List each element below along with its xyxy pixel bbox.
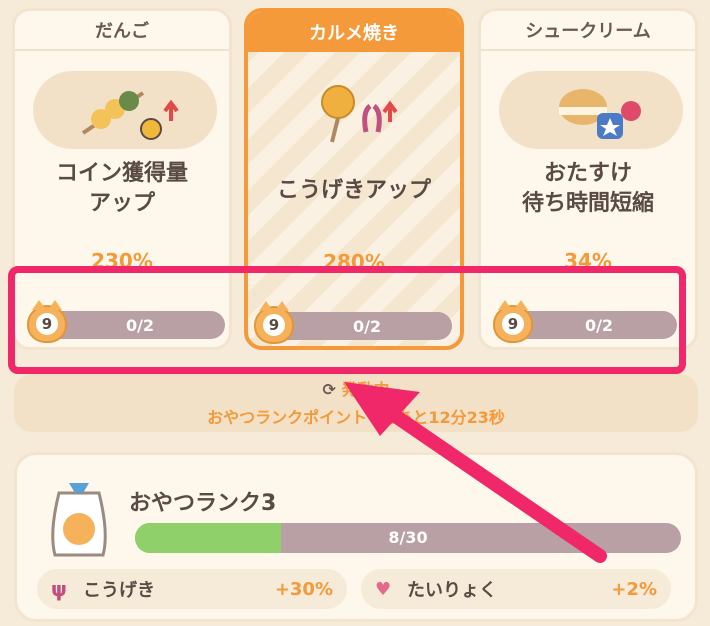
snack-card-cream-puff[interactable]: シュークリーム おたすけ 待ち時間短縮 34% 0/2 9 — [478, 8, 698, 350]
cat-level-badge: 9 — [254, 301, 294, 344]
status-time: であと12分23秒 — [380, 408, 505, 427]
card-description: こうげきアップ — [276, 178, 431, 203]
refresh-icon[interactable]: ⟳ — [323, 380, 342, 399]
card-percent: 230% — [91, 249, 153, 273]
rank-panel: おやつランク3 8/30 ψ こうげき +30% ♥ たいりょく +2% — [14, 452, 698, 622]
stat-label: たいりょく — [407, 580, 497, 601]
card-title: カルメ焼き — [248, 12, 460, 52]
cat-level-badge: 9 — [493, 300, 533, 343]
level-number: 9 — [502, 313, 524, 335]
stat-attack: ψ こうげき +30% — [37, 569, 347, 609]
card-description: おたすけ 待ち時間短縮 — [521, 161, 654, 216]
snack-card-karumeyaki[interactable]: カルメ焼き こうげきアップ 280% 0/2 9 — [244, 8, 464, 350]
cat-level-badge: 9 — [27, 300, 67, 343]
rank-title: おやつランク3 — [129, 491, 277, 516]
level-progress-bar: 0/2 — [511, 311, 677, 339]
snack-card-dango[interactable]: だんご コイン獲得量 アップ 230% 0/2 9 — [12, 8, 232, 350]
status-active-label: 発動中 — [341, 380, 390, 399]
status-rank-points: おやつランクポイント+ — [207, 408, 381, 427]
rank-progress-label: 8/30 — [388, 528, 428, 547]
status-active: ⟳ 発動中 — [14, 376, 698, 400]
stat-label: こうげき — [83, 580, 155, 601]
card-percent: 280% — [323, 250, 385, 274]
stat-hp: ♥ たいりょく +2% — [361, 569, 671, 609]
heart-icon: ♥ — [375, 578, 392, 600]
level-progress-bar: 0/2 — [272, 312, 452, 340]
card-description: コイン獲得量 アップ — [55, 161, 188, 216]
level-progress-bar: 0/2 — [45, 311, 225, 339]
attack-icon: ψ — [51, 577, 67, 601]
level-number: 9 — [36, 313, 58, 335]
card-title: だんご — [15, 11, 229, 51]
dango-icon — [33, 71, 217, 149]
rank-progress-bar: 8/30 — [135, 523, 681, 553]
status-bar: ⟳ 発動中 おやつランクポイント+であと12分23秒 — [14, 374, 698, 432]
karumeyaki-icon — [266, 72, 450, 150]
stat-value: +2% — [611, 578, 657, 600]
card-title: シュークリーム — [481, 11, 695, 51]
level-number: 9 — [263, 314, 285, 336]
snack-bag-icon — [51, 483, 107, 557]
stat-value: +30% — [274, 578, 333, 600]
cream-puff-icon — [499, 71, 683, 149]
status-countdown: おやつランクポイント+であと12分23秒 — [14, 404, 698, 428]
card-percent: 34% — [564, 249, 612, 273]
